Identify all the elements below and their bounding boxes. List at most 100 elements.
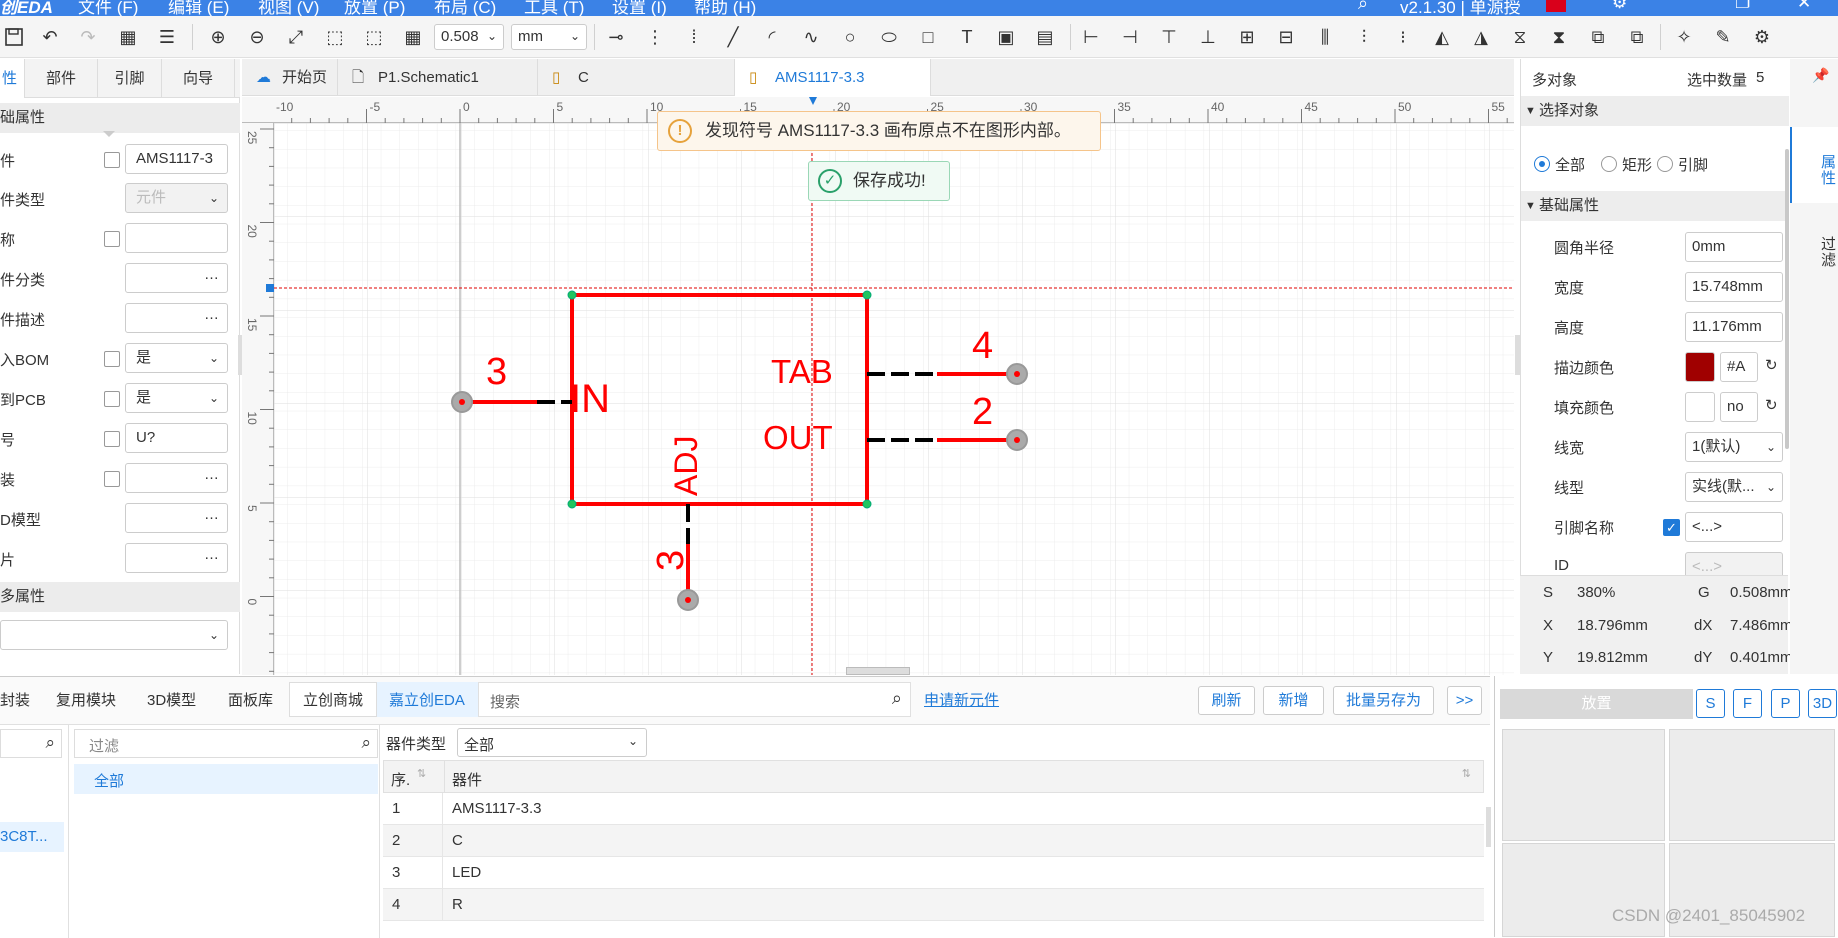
fill-color-swatch[interactable]	[1685, 392, 1715, 422]
scrollbar[interactable]	[1785, 149, 1789, 449]
sort-icon[interactable]: ⇅	[1462, 767, 1471, 780]
bottom-panel-collapse-handle[interactable]	[846, 667, 910, 675]
extra-property-select[interactable]: ⌄	[0, 620, 228, 650]
add-button[interactable]: 新增	[1263, 686, 1324, 715]
pin-array-icon[interactable]: ⋮	[643, 25, 667, 49]
pin-name-checkbox[interactable]: ✓	[1663, 519, 1680, 536]
flip-rotate-left-icon[interactable]: ◭	[1430, 25, 1454, 49]
tree-item-all[interactable]: 全部	[74, 764, 378, 794]
pcb-select[interactable]: 是 ⌄	[125, 383, 228, 413]
bom-select[interactable]: 是 ⌄	[125, 343, 228, 373]
pin-4-name[interactable]: TAB	[771, 353, 833, 391]
pin-4-number[interactable]: 4	[972, 325, 993, 368]
bottom-right-collapse-handle[interactable]	[1486, 807, 1491, 847]
table-row[interactable]: 1 AMS1117-3.3	[383, 793, 1484, 825]
preview-pcb-button[interactable]: P	[1771, 689, 1800, 718]
device-type-select[interactable]: 全部 ⌄	[457, 728, 647, 757]
section-more-properties[interactable]: 多属性	[0, 582, 240, 612]
preview-footprint-button[interactable]: F	[1733, 689, 1762, 718]
zoom-out-icon[interactable]: ⊖	[245, 25, 269, 49]
tab-schematic[interactable]: 🗋 P1.Schematic1	[338, 59, 538, 96]
align-top-icon[interactable]: ⊤	[1157, 25, 1181, 49]
gear-icon[interactable]: ⚙	[1612, 0, 1627, 13]
undo-icon[interactable]: ↶	[38, 25, 62, 49]
device-input[interactable]: AMS1117-3	[125, 144, 228, 174]
tab-wizard[interactable]: 向导	[162, 59, 235, 98]
tab-3d-model[interactable]: 3D模型	[147, 689, 196, 710]
more-button[interactable]: >>	[1447, 686, 1482, 715]
search-icon[interactable]: ⌕	[1358, 0, 1368, 14]
right-panel-collapse-handle[interactable]	[1515, 335, 1520, 375]
search-icon[interactable]: ⌕	[892, 688, 902, 709]
flip-horizontal-icon[interactable]: ⧖	[1508, 25, 1532, 49]
tab-symbol-c[interactable]: ▯ C	[538, 59, 735, 96]
stroke-color-input[interactable]: #A	[1720, 352, 1758, 382]
category-item[interactable]: 3C8T...	[0, 822, 64, 852]
radio-all[interactable]	[1534, 156, 1550, 172]
align-left-icon[interactable]: ⊢	[1079, 25, 1103, 49]
section-basic-properties-right[interactable]: ▼ 基础属性	[1521, 191, 1789, 221]
table-row[interactable]: 4R	[383, 889, 1484, 921]
checkbox[interactable]	[104, 152, 120, 168]
image-input[interactable]: …	[125, 543, 228, 573]
settings-icon[interactable]: ⚙	[1750, 25, 1774, 49]
grid-apps-icon[interactable]: ▦	[116, 25, 140, 49]
radio-pin[interactable]	[1657, 156, 1673, 172]
image-icon[interactable]: ▣	[994, 25, 1018, 49]
zoom-select-icon[interactable]: ⬚	[362, 25, 386, 49]
menu-layout[interactable]: 布局 (C)	[434, 0, 496, 16]
grid-size-select[interactable]: 0.508 ⌄	[434, 24, 504, 50]
category-search-input[interactable]: ⌕	[0, 729, 62, 758]
unit-select[interactable]: mm ⌄	[511, 24, 587, 50]
align-right-icon[interactable]: ⊣	[1118, 25, 1142, 49]
grid-icon[interactable]: ▦	[401, 25, 425, 49]
pin-pair-icon[interactable]: ⁞	[682, 25, 706, 49]
menu-place[interactable]: 放置 (P)	[344, 0, 405, 16]
ellipse-icon[interactable]: ⬭	[877, 25, 901, 49]
pin-panel-icon[interactable]: 📌	[1812, 67, 1829, 84]
redo-icon[interactable]: ↷	[76, 25, 100, 49]
table-icon[interactable]: ▤	[1033, 25, 1057, 49]
vtab-filter[interactable]: 过滤	[1790, 209, 1838, 285]
pin-2-number[interactable]: 2	[972, 391, 993, 434]
section-select-objects[interactable]: ▼ 选择对象	[1521, 96, 1789, 126]
apply-new-part-link[interactable]: 申请新元件	[924, 689, 999, 710]
fit-view-icon[interactable]: ⤢	[284, 25, 308, 49]
menu-help[interactable]: 帮助 (H)	[694, 0, 756, 16]
line-icon[interactable]: ╱	[721, 25, 745, 49]
name-input[interactable]	[125, 223, 228, 253]
tab-panel-library[interactable]: 面板库	[228, 689, 273, 710]
menu-tools[interactable]: 工具 (T)	[524, 0, 584, 16]
align-grid-icon[interactable]: ⁝	[1391, 25, 1415, 49]
place-button[interactable]: 放置	[1500, 689, 1693, 719]
designator-input[interactable]: U?	[125, 423, 228, 453]
close-icon[interactable]: ✕	[1797, 0, 1811, 13]
tab-reuse-module[interactable]: 复用模块	[56, 689, 116, 710]
tab-parts[interactable]: 部件	[25, 59, 98, 98]
radio-rectangle[interactable]	[1601, 156, 1617, 172]
checkbox[interactable]	[104, 351, 120, 367]
description-input[interactable]: …	[125, 303, 228, 333]
header-index[interactable]: 序.	[391, 769, 410, 790]
checkbox[interactable]	[104, 231, 120, 247]
save-icon[interactable]	[2, 25, 26, 49]
pin-1-name[interactable]: ADJ	[668, 436, 705, 496]
align-bottom-icon[interactable]: ⊥	[1196, 25, 1220, 49]
footprint-input[interactable]: …	[125, 463, 228, 493]
rectangle-icon[interactable]: □	[916, 25, 940, 49]
list-search-icon[interactable]: ☰	[155, 25, 179, 49]
library-search-input[interactable]: 搜索 ⌕	[478, 682, 911, 717]
vtab-properties[interactable]: 属性	[1790, 127, 1838, 203]
distribute-h-icon[interactable]: ⫼	[1313, 25, 1337, 49]
section-basic-properties[interactable]: 础属性	[0, 103, 240, 133]
tab-lcsc-mall[interactable]: 立创商城	[303, 689, 363, 710]
tab-symbol-ams1117[interactable]: ▯ AMS1117-3.3	[735, 59, 931, 96]
category-input[interactable]: …	[125, 263, 228, 293]
fill-color-input[interactable]: no	[1720, 392, 1758, 422]
menu-edit[interactable]: 编辑 (E)	[168, 0, 229, 16]
zoom-in-icon[interactable]: ⊕	[206, 25, 230, 49]
tab-pins[interactable]: 引脚	[98, 59, 162, 98]
pin-1-number[interactable]: 3	[650, 550, 693, 571]
circle-icon[interactable]: ○	[838, 25, 862, 49]
reset-icon[interactable]: ↻	[1765, 396, 1778, 414]
